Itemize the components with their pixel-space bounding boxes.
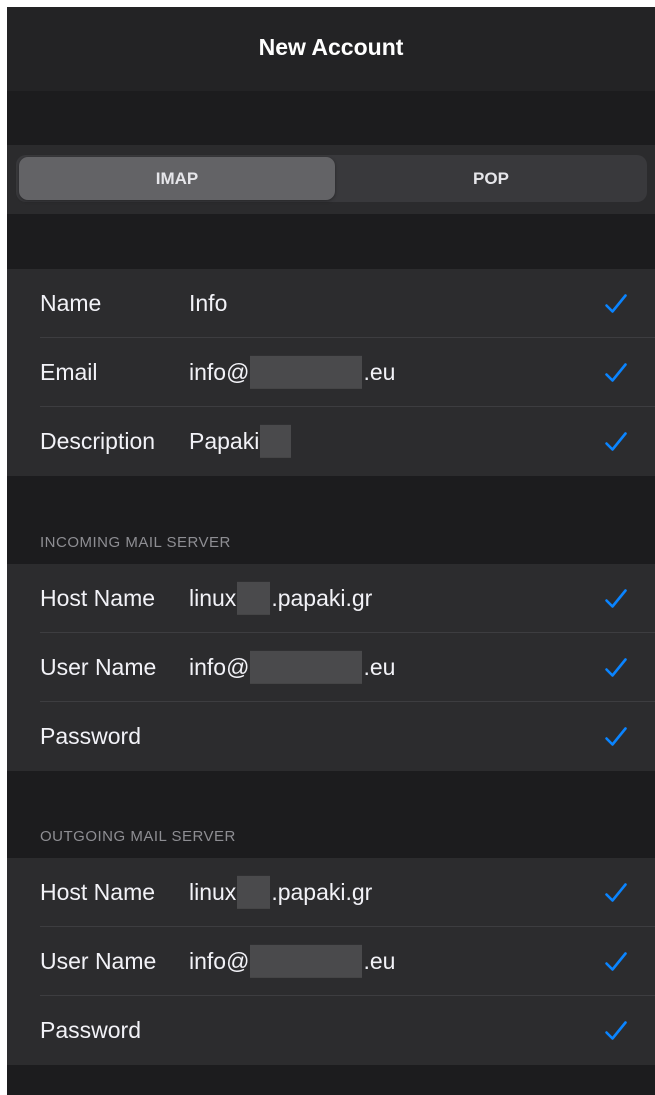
host-prefix: linux bbox=[189, 584, 237, 611]
user-suffix: .eu bbox=[363, 653, 396, 680]
name-value[interactable]: Info bbox=[189, 289, 227, 316]
redacted-block bbox=[250, 944, 363, 978]
user-prefix: info@ bbox=[189, 653, 250, 680]
checkmark-icon bbox=[605, 431, 627, 451]
incoming-username-row[interactable]: User Name info@ .eu bbox=[7, 633, 655, 702]
checkmark-icon bbox=[605, 362, 627, 382]
email-label: Email bbox=[40, 358, 98, 385]
password-label: Password bbox=[40, 1016, 141, 1043]
host-suffix: .papaki.gr bbox=[271, 878, 373, 905]
segmented-control-band: IMAP POP bbox=[7, 145, 655, 214]
account-info-group: Name Info Email info@ .eu Description Pap… bbox=[7, 269, 655, 476]
email-row[interactable]: Email info@ .eu bbox=[7, 338, 655, 407]
navigation-bar: New Account bbox=[7, 7, 655, 91]
incoming-section-header: INCOMING MAIL SERVER bbox=[40, 534, 231, 551]
password-label: Password bbox=[40, 722, 141, 749]
nav-title: New Account bbox=[258, 33, 404, 60]
user-name-value[interactable]: info@ .eu bbox=[189, 944, 396, 978]
checkmark-icon bbox=[605, 588, 627, 608]
redacted-block bbox=[237, 581, 271, 615]
host-suffix: .papaki.gr bbox=[271, 584, 373, 611]
description-row[interactable]: Description Papaki bbox=[7, 407, 655, 476]
host-name-value[interactable]: linux .papaki.gr bbox=[189, 875, 373, 909]
redacted-block bbox=[260, 424, 292, 458]
email-value[interactable]: info@ .eu bbox=[189, 355, 396, 389]
checkmark-icon bbox=[605, 293, 627, 313]
name-label: Name bbox=[40, 289, 102, 316]
user-suffix: .eu bbox=[363, 947, 396, 974]
host-name-label: Host Name bbox=[40, 878, 156, 905]
incoming-host-row[interactable]: Host Name linux .papaki.gr bbox=[7, 564, 655, 633]
redacted-block bbox=[250, 650, 363, 684]
account-type-segmented-control: IMAP POP bbox=[16, 155, 647, 202]
outgoing-password-row[interactable]: Password bbox=[7, 996, 655, 1065]
user-prefix: info@ bbox=[189, 947, 250, 974]
outgoing-section-header: OUTGOING MAIL SERVER bbox=[40, 828, 236, 845]
checkmark-icon bbox=[605, 726, 627, 746]
user-name-value[interactable]: info@ .eu bbox=[189, 650, 396, 684]
segment-imap[interactable]: IMAP bbox=[19, 157, 335, 200]
incoming-server-group: Host Name linux .papaki.gr User Name info… bbox=[7, 564, 655, 771]
checkmark-icon bbox=[605, 1020, 627, 1040]
checkmark-icon bbox=[605, 951, 627, 971]
user-name-label: User Name bbox=[40, 653, 157, 680]
outgoing-username-row[interactable]: User Name info@ .eu bbox=[7, 927, 655, 996]
email-value-prefix: info@ bbox=[189, 358, 250, 385]
description-value-text: Papaki bbox=[189, 427, 260, 454]
redacted-block bbox=[250, 355, 363, 389]
host-prefix: linux bbox=[189, 878, 237, 905]
email-value-suffix: .eu bbox=[363, 358, 396, 385]
checkmark-icon bbox=[605, 882, 627, 902]
screen: New Account IMAP POP Name Info Email inf… bbox=[7, 7, 655, 1095]
description-value[interactable]: Papaki bbox=[189, 424, 292, 458]
checkmark-icon bbox=[605, 657, 627, 677]
redacted-block bbox=[237, 875, 271, 909]
segment-pop[interactable]: POP bbox=[337, 157, 645, 200]
outgoing-server-group: Host Name linux .papaki.gr User Name info… bbox=[7, 858, 655, 1065]
incoming-password-row[interactable]: Password bbox=[7, 702, 655, 771]
name-row[interactable]: Name Info bbox=[7, 269, 655, 338]
description-label: Description bbox=[40, 427, 156, 454]
host-name-label: Host Name bbox=[40, 584, 156, 611]
host-name-value[interactable]: linux .papaki.gr bbox=[189, 581, 373, 615]
user-name-label: User Name bbox=[40, 947, 157, 974]
outgoing-host-row[interactable]: Host Name linux .papaki.gr bbox=[7, 858, 655, 927]
